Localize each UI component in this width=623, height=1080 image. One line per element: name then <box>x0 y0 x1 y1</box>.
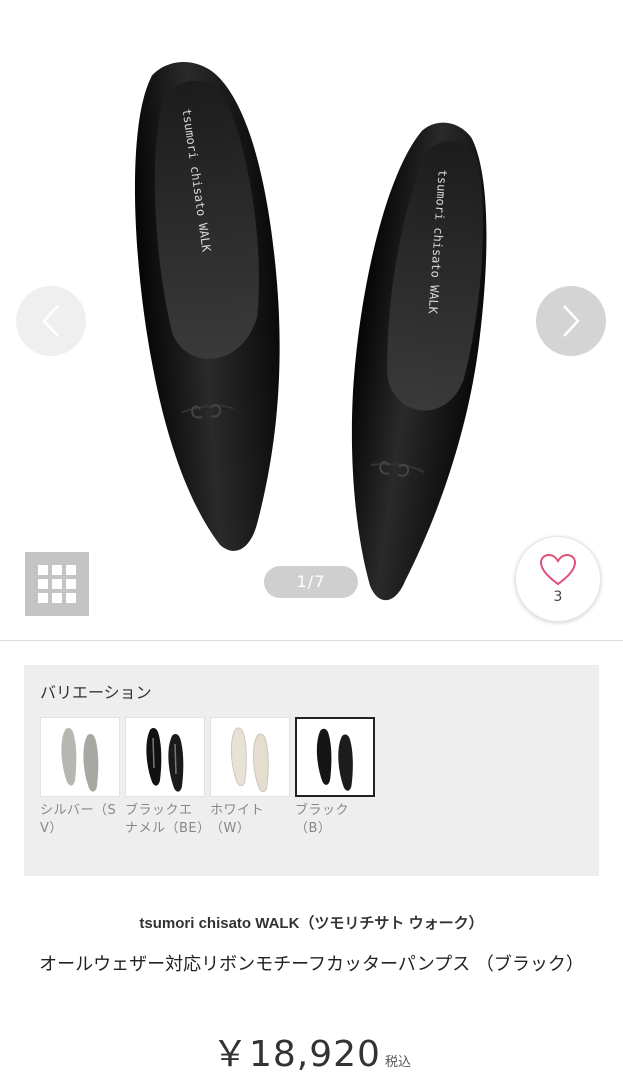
next-image-button[interactable] <box>536 286 606 356</box>
price-row: ￥18,920 税込 <box>0 1025 623 1077</box>
variation-thumbnail <box>40 717 120 797</box>
variation-item-white[interactable]: ホワイト（W） <box>210 717 290 838</box>
variation-item-black-enamel[interactable]: ブラックエナメル（BE） <box>125 717 211 838</box>
variation-label: ブラック（B） <box>295 803 350 836</box>
shoe-pair-image <box>230 727 269 793</box>
tax-label: 税込 <box>384 1055 411 1070</box>
brand-name[interactable]: tsumori chisato WALK（ツモリチサト ウォーク） <box>0 912 623 933</box>
variation-thumbnail <box>210 717 290 797</box>
image-counter: 1/7 <box>264 566 358 598</box>
variation-label: シルバー（SV） <box>40 803 117 836</box>
heart-icon <box>539 553 577 586</box>
variation-thumbnail-selected <box>295 717 375 797</box>
product-image-gallery[interactable]: tsumori chisato WALK tsumori chisato WAL… <box>0 0 623 640</box>
product-name: オールウェザー対応リボンモチーフカッターパンプス （ブラック） <box>39 954 584 975</box>
shoe-pair-image <box>146 727 184 792</box>
chevron-right-icon <box>563 305 580 337</box>
brand-kana: （ツモリチサト ウォーク） <box>299 915 484 932</box>
favorite-button[interactable]: 3 <box>515 536 601 622</box>
shoe-pair-image <box>61 727 99 792</box>
variation-item-silver[interactable]: シルバー（SV） <box>40 717 120 838</box>
variation-label: ホワイト（W） <box>210 803 265 836</box>
variation-label: ブラックエナメル（BE） <box>125 803 211 836</box>
chevron-left-icon <box>42 305 59 337</box>
variation-panel: バリエーション シルバー（SV） ブラックエナメル（BE） ホワイト（W） ブラ… <box>24 665 599 876</box>
variation-title: バリエーション <box>40 683 152 702</box>
brand-label: tsumori chisato WALK <box>139 915 300 932</box>
previous-image-button[interactable] <box>16 286 86 356</box>
divider <box>0 640 623 641</box>
variation-item-black[interactable]: ブラック（B） <box>295 717 375 838</box>
favorite-count: 3 <box>553 589 563 605</box>
left-shoe: tsumori chisato WALK <box>134 62 280 551</box>
price: ￥18,920 <box>212 1034 381 1075</box>
variation-thumbnail <box>125 717 205 797</box>
product-photo: tsumori chisato WALK tsumori chisato WAL… <box>134 62 487 601</box>
right-shoe: tsumori chisato WALK <box>351 122 487 601</box>
shoe-pair-image <box>316 728 353 791</box>
grid-icon <box>38 565 76 603</box>
thumbnail-grid-button[interactable] <box>25 552 89 616</box>
